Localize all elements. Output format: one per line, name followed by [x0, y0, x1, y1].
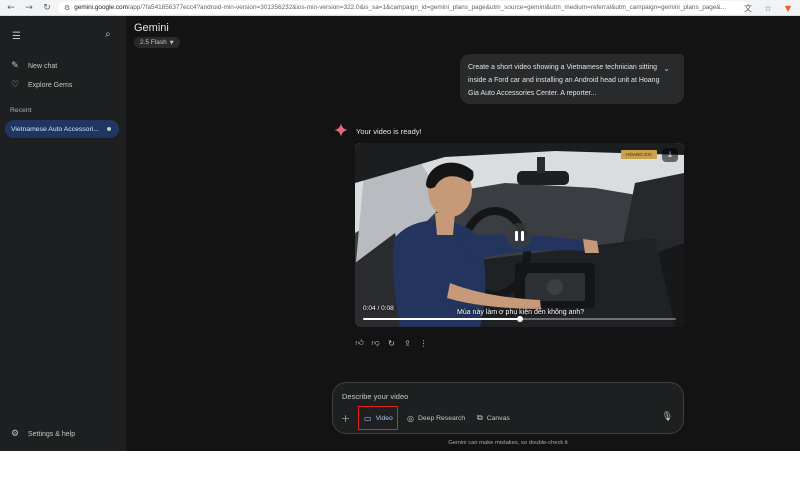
- add-icon[interactable]: +: [341, 412, 350, 425]
- user-message-text: Create a short video showing a Vietnames…: [468, 64, 660, 97]
- explore-gems-label: Explore Gems: [28, 81, 73, 89]
- prompt-composer: Describe your video + ▭ Video ◎ Deep Res…: [332, 382, 684, 434]
- brave-shield-icon[interactable]: ▼: [782, 2, 794, 14]
- app-title: Gemini: [134, 22, 169, 34]
- new-chat-label: New chat: [28, 62, 58, 70]
- prompt-input[interactable]: Describe your video: [342, 392, 408, 401]
- reply-text: Your video is ready!: [356, 127, 422, 136]
- address-bar[interactable]: ⚙ gemini.google.com/app/7fa541856377ecc4…: [58, 1, 748, 14]
- chevron-down-icon: ▼: [169, 39, 174, 46]
- model-selector[interactable]: 2.5 Flash ▼: [134, 37, 180, 48]
- pause-button[interactable]: [506, 223, 532, 249]
- main-area: Gemini 2.5 Flash ▼ Create a short video …: [126, 16, 800, 451]
- active-dot: [107, 127, 111, 131]
- regenerate-icon[interactable]: ↻: [387, 338, 396, 348]
- gemini-sparkle-icon: [334, 123, 348, 137]
- url-text: gemini.google.com/app/7fa541856377ecc4?a…: [74, 4, 727, 11]
- video-tool-label: Video: [375, 414, 393, 422]
- recent-chat-item[interactable]: Vietnamese Auto Accessori...: [5, 120, 119, 138]
- user-message: Create a short video showing a Vietnames…: [460, 54, 684, 104]
- thumbs-up-icon[interactable]: 👍︎: [355, 338, 364, 348]
- video-progress-fill: [363, 318, 520, 320]
- video-subtitle: Mùa này làm ơ phụ kiện đến không anh?: [457, 309, 585, 316]
- reload-icon[interactable]: ↻: [40, 1, 54, 15]
- video-tool-button[interactable]: ▭ Video: [358, 406, 398, 430]
- deep-research-button[interactable]: ◎ Deep Research: [403, 410, 469, 426]
- video-time: 0:04 / 0:08: [363, 305, 394, 312]
- gem-icon: ♡: [10, 80, 20, 90]
- canvas-button[interactable]: ⧉ Canvas: [473, 410, 514, 426]
- response-actions: 👍︎ 👎︎ ↻ ⇪ ⋮: [355, 338, 428, 348]
- video-player[interactable]: HOANG GIA ⤓ 0:04 / 0:08 Mùa này làm ơ ph…: [355, 143, 684, 327]
- canvas-icon: ⧉: [477, 413, 483, 422]
- translate-icon[interactable]: 文: [742, 2, 754, 14]
- thumbs-down-icon[interactable]: 👎︎: [371, 338, 380, 348]
- sidebar: ☰ ⌕ ✎ New chat ♡ Explore Gems Recent Vie…: [0, 16, 126, 451]
- settings-help-button[interactable]: ⚙ Settings & help: [10, 429, 75, 439]
- search-icon[interactable]: ⌕: [105, 29, 111, 40]
- share-icon[interactable]: ⇪: [403, 338, 412, 348]
- video-icon: ▭: [364, 413, 372, 423]
- forward-icon[interactable]: →: [22, 1, 36, 15]
- settings-help-label: Settings & help: [28, 430, 76, 438]
- browser-toolbar: ← → ↻ ⚙ gemini.google.com/app/7fa5418563…: [0, 0, 800, 16]
- menu-icon[interactable]: ☰: [12, 31, 21, 42]
- microphone-icon[interactable]: 🎙︎: [662, 412, 673, 422]
- recent-chat-title: Vietnamese Auto Accessori...: [11, 125, 99, 133]
- expand-chevron-icon[interactable]: ⌄: [663, 62, 670, 75]
- download-icon[interactable]: ⤓: [662, 148, 678, 162]
- model-label: 2.5 Flash: [140, 39, 167, 46]
- disclaimer-text: Gemini can make mistakes, so double-chec…: [448, 440, 568, 446]
- dealer-logo: HOANG GIA: [621, 150, 657, 159]
- deep-research-label: Deep Research: [417, 414, 466, 422]
- canvas-label: Canvas: [486, 414, 510, 422]
- site-info-icon[interactable]: ⚙: [64, 4, 70, 12]
- more-options-icon[interactable]: ⋮: [419, 338, 428, 348]
- gemini-app: ☰ ⌕ ✎ New chat ♡ Explore Gems Recent Vie…: [0, 16, 800, 451]
- back-icon[interactable]: ←: [4, 1, 18, 15]
- explore-gems-button[interactable]: ♡ Explore Gems: [10, 80, 72, 90]
- gear-icon: ⚙: [10, 429, 20, 439]
- edit-icon: ✎: [11, 61, 19, 71]
- video-progress-knob[interactable]: [516, 316, 523, 322]
- bookmark-star-icon[interactable]: ☆: [762, 2, 774, 14]
- new-chat-button[interactable]: ✎ New chat: [10, 61, 57, 71]
- video-progress-bar[interactable]: [363, 316, 676, 322]
- recent-heading: Recent: [10, 107, 32, 114]
- deep-research-icon: ◎: [407, 413, 414, 423]
